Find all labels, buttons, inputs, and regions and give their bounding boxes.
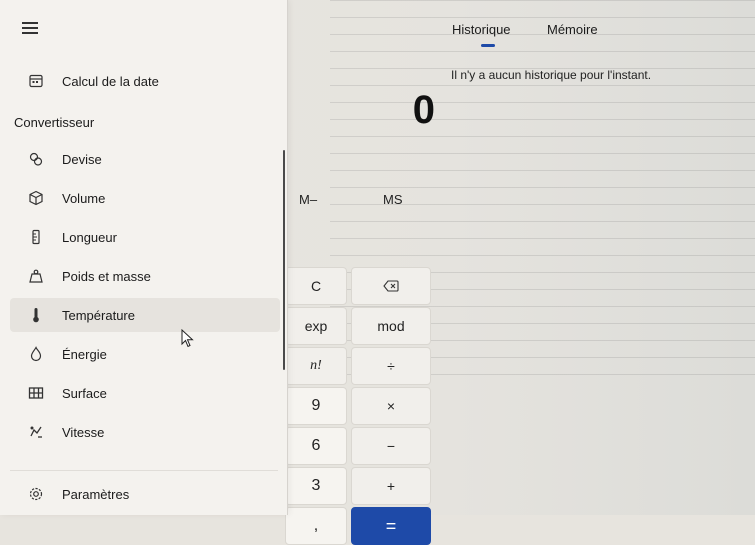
calculator-area: 0 M– MS C exp mod n! ÷ 9 × 6 − 3 + , = [285,0,435,545]
decimal-button[interactable]: , [285,507,347,545]
volume-cube-icon [24,186,48,210]
mouse-pointer-icon [181,328,195,354]
section-title: Convertisseur [14,115,95,130]
nav-item-label: Longueur [62,229,117,245]
navigation-pane: Calcul de la date Convertisseur Devise V… [0,0,288,515]
scrollbar[interactable] [283,150,285,370]
nav-item-volume[interactable]: Volume [10,181,280,215]
six-button[interactable]: 6 [285,427,347,465]
keypad: C exp mod n! ÷ 9 × 6 − 3 + , = [285,267,435,545]
gear-icon [24,482,48,506]
backspace-button[interactable] [351,267,431,305]
multiply-button[interactable]: × [351,387,431,425]
nav-item-label: Température [62,307,135,323]
tab-memory[interactable]: Mémoire [547,22,598,37]
factorial-button[interactable]: n! [285,347,347,385]
nav-item-label: Devise [62,151,102,167]
nav-item-weight[interactable]: Poids et masse [10,259,280,293]
tab-history[interactable]: Historique [452,22,511,37]
speed-icon [24,420,48,444]
memory-row: M– MS [285,190,435,220]
nav-item-label: Paramètres [62,486,130,502]
nav-item-currency[interactable]: Devise [10,142,280,176]
plus-button[interactable]: + [351,467,431,505]
exp-button[interactable]: exp [285,307,347,345]
thermometer-icon [24,303,48,327]
backspace-icon [383,280,399,292]
nav-item-label: Vitesse [62,424,105,440]
ruler-icon [24,225,48,249]
nav-item-label: Calcul de la date [62,73,159,89]
divider [10,470,278,471]
calendar-icon [24,69,48,93]
nav-item-label: Poids et masse [62,268,151,284]
weight-icon [24,264,48,288]
nav-item-length[interactable]: Longueur [10,220,280,254]
energy-icon [24,342,48,366]
three-button[interactable]: 3 [285,467,347,505]
currency-icon [24,147,48,171]
nav-item-date-calculation[interactable]: Calcul de la date [10,64,280,98]
area-grid-icon [24,381,48,405]
mod-button[interactable]: mod [351,307,431,345]
hamburger-icon[interactable] [22,22,38,34]
display-value: 0 [412,88,435,132]
equals-button[interactable]: = [351,507,431,545]
history-empty-message: Il n'y a aucun historique pour l'instant… [451,68,652,82]
nine-button[interactable]: 9 [285,387,347,425]
nav-item-area[interactable]: Surface [10,376,280,410]
clear-button[interactable]: C [285,267,347,305]
divide-button[interactable]: ÷ [351,347,431,385]
nav-item-settings[interactable]: Paramètres [10,477,280,511]
nav-item-label: Énergie [62,346,107,362]
minus-button[interactable]: − [351,427,431,465]
memory-subtract-button[interactable]: M– [295,190,321,209]
nav-item-label: Surface [62,385,107,401]
nav-item-temperature[interactable]: Température [10,298,280,332]
active-tab-indicator [481,44,495,47]
memory-store-button[interactable]: MS [379,190,407,209]
nav-item-label: Volume [62,190,106,206]
nav-item-speed[interactable]: Vitesse [10,415,280,449]
nav-item-energy[interactable]: Énergie [10,337,280,371]
